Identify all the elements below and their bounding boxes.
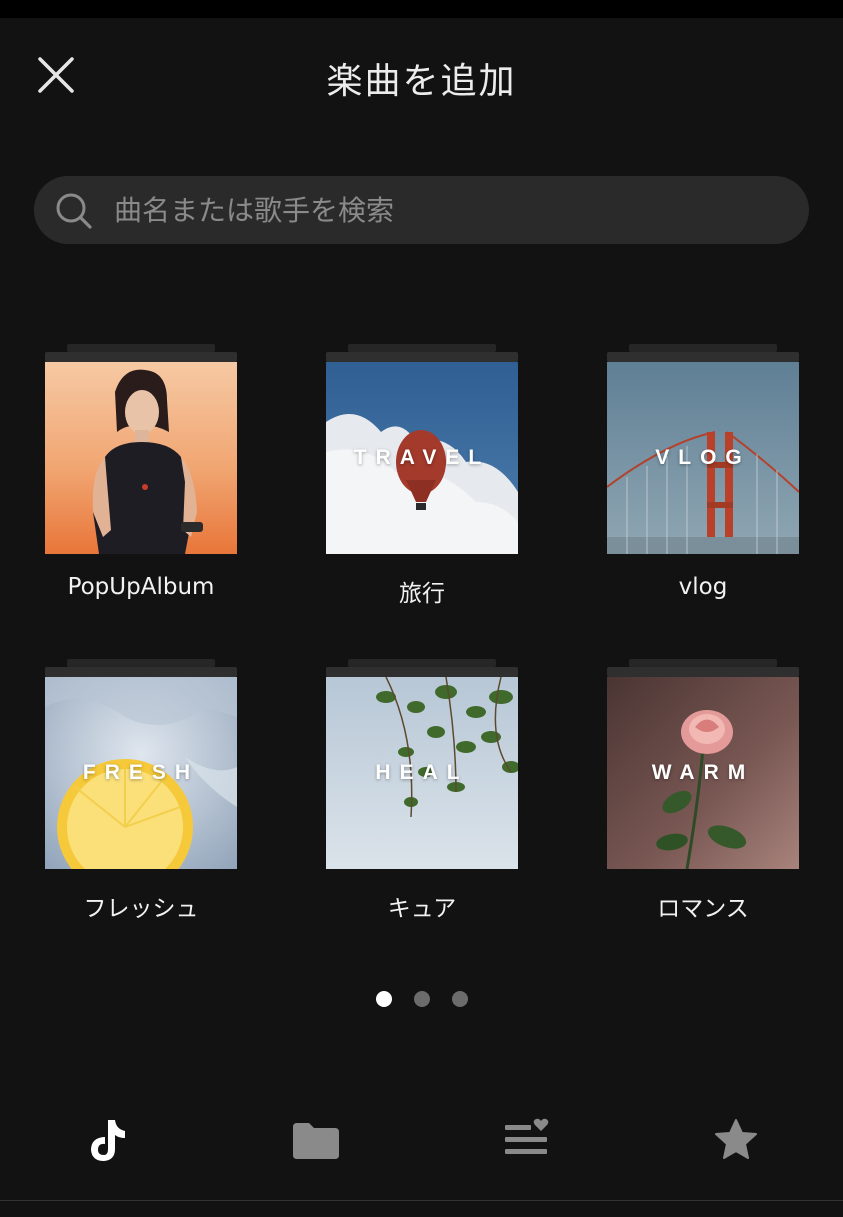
cover-title: WARM [651, 761, 755, 784]
stack-edge [326, 352, 518, 362]
search-bar[interactable] [34, 176, 809, 244]
tiktok-icon [91, 1120, 125, 1161]
cover-title: TRAVEL [353, 446, 491, 469]
folder-icon [293, 1123, 339, 1159]
tab-playlist-favorites[interactable] [496, 1114, 556, 1166]
stack-edge [629, 344, 777, 352]
playlist-cover: TRAVEL [326, 362, 518, 554]
star-icon [715, 1119, 757, 1159]
playlist-label: vlog [678, 574, 728, 600]
search-icon [56, 193, 92, 229]
stack-edge [67, 659, 215, 667]
stack-edge [326, 667, 518, 677]
playlist-label: ロマンス [657, 896, 749, 922]
playlist-heart-icon [505, 1118, 549, 1154]
playlist-cover [45, 362, 237, 554]
page-dot-1[interactable] [375, 991, 392, 1007]
playlist-label: 旅行 [399, 581, 445, 607]
cover-title: FRESH [82, 761, 200, 784]
bottom-tab-bar [0, 1096, 843, 1186]
playlist-cover: HEAL [326, 677, 518, 869]
cover-title: HEAL [375, 761, 469, 784]
tab-tiktok[interactable] [76, 1114, 136, 1166]
stack-edge [67, 344, 215, 352]
cover-title: VLOG [655, 446, 751, 469]
playlist-cover: VLOG [607, 362, 799, 554]
playlist-label: PopUpAlbum [67, 574, 215, 600]
bottom-divider [0, 1200, 843, 1201]
stack-edge [45, 352, 237, 362]
playlist-label: フレッシュ [83, 896, 199, 922]
stack-edge [629, 659, 777, 667]
stack-edge [348, 659, 496, 667]
page-title: 楽曲を追加 [326, 61, 517, 102]
stack-edge [348, 344, 496, 352]
stack-edge [45, 667, 237, 677]
page-dot-3[interactable] [451, 991, 468, 1007]
playlist-cover: FRESH [45, 677, 237, 869]
status-bar [0, 0, 843, 18]
playlist-label: キュア [387, 896, 457, 922]
search-input[interactable] [114, 176, 774, 244]
playlist-cover: WARM [607, 677, 799, 869]
stack-edge [607, 352, 799, 362]
page-dot-2[interactable] [413, 991, 430, 1007]
tab-folder[interactable] [286, 1114, 346, 1166]
header: 楽曲を追加 [0, 18, 843, 134]
stack-edge [607, 667, 799, 677]
page-indicator [0, 991, 843, 1007]
tab-favorites[interactable] [706, 1114, 766, 1166]
